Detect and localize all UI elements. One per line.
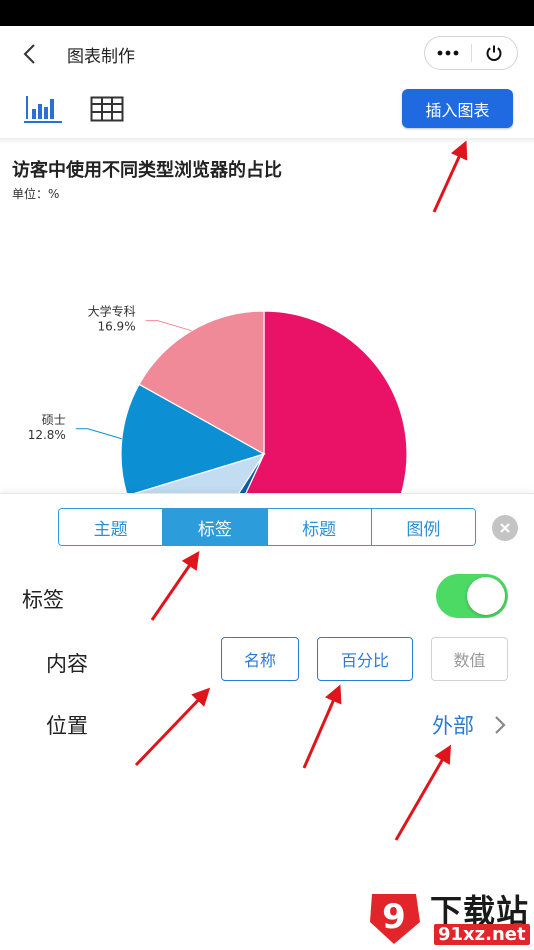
chevron-left-icon — [23, 44, 35, 64]
close-icon — [500, 523, 510, 533]
pie-chart: 硕士12.8% 大学专科16.9% — [28, 304, 408, 494]
position-label: 位置 — [46, 714, 88, 738]
chart-title: 访客中使用不同类型浏览器的占比 — [12, 160, 282, 181]
watermark: 9 下载站 91xz.net — [364, 886, 530, 948]
tab-title[interactable]: 标题 — [267, 509, 372, 545]
mini-program-capsule — [424, 36, 518, 70]
watermark-logo: 9 — [370, 894, 420, 944]
panel-close-button[interactable] — [492, 515, 518, 541]
toolbar: 插入图表 — [0, 82, 534, 138]
label-toggle-label: 标签 — [22, 588, 64, 612]
pie-leader-line — [145, 320, 192, 332]
toolbar-divider — [0, 138, 534, 144]
label-settings-panel: 主题 标签 标题 图例 标签 内容 名称 百分比 数值 位置 外部 — [0, 493, 534, 950]
page-title: 图表制作 — [67, 47, 135, 67]
pie-label-name: 大学专科 — [88, 304, 136, 319]
active-tool-indicator — [24, 121, 62, 123]
pie-label-percent: 12.8% — [28, 428, 66, 442]
toggle-knob — [467, 577, 505, 615]
insert-chart-button[interactable]: 插入图表 — [402, 89, 513, 128]
content-label: 内容 — [46, 652, 88, 676]
content-name-button[interactable]: 名称 — [221, 637, 299, 681]
label-toggle-switch[interactable] — [436, 574, 508, 618]
tab-theme[interactable]: 主题 — [59, 509, 164, 545]
tab-label[interactable]: 标签 — [163, 509, 268, 545]
back-button[interactable] — [16, 40, 44, 68]
watermark-badge-text: 9 — [382, 897, 406, 937]
chevron-right-icon[interactable] — [492, 713, 508, 737]
tab-legend[interactable]: 图例 — [371, 509, 475, 545]
title-bar: 图表制作 — [0, 26, 534, 82]
status-bar — [0, 0, 534, 26]
watermark-url: 91xz.net — [434, 924, 530, 945]
pie-label-name: 硕士 — [42, 413, 66, 427]
pie-leader-line — [75, 428, 122, 440]
content-percent-button[interactable]: 百分比 — [317, 637, 413, 681]
more-button[interactable] — [425, 37, 471, 69]
pie-label-percent: 16.9% — [97, 320, 135, 334]
table-icon[interactable] — [90, 96, 124, 122]
more-dots-icon — [437, 50, 459, 56]
position-value[interactable]: 外部 — [432, 710, 474, 740]
power-icon — [486, 45, 502, 61]
exit-button[interactable] — [471, 37, 517, 69]
content-value-button[interactable]: 数值 — [431, 637, 508, 681]
panel-tabs: 主题 标签 标题 图例 — [58, 508, 476, 546]
